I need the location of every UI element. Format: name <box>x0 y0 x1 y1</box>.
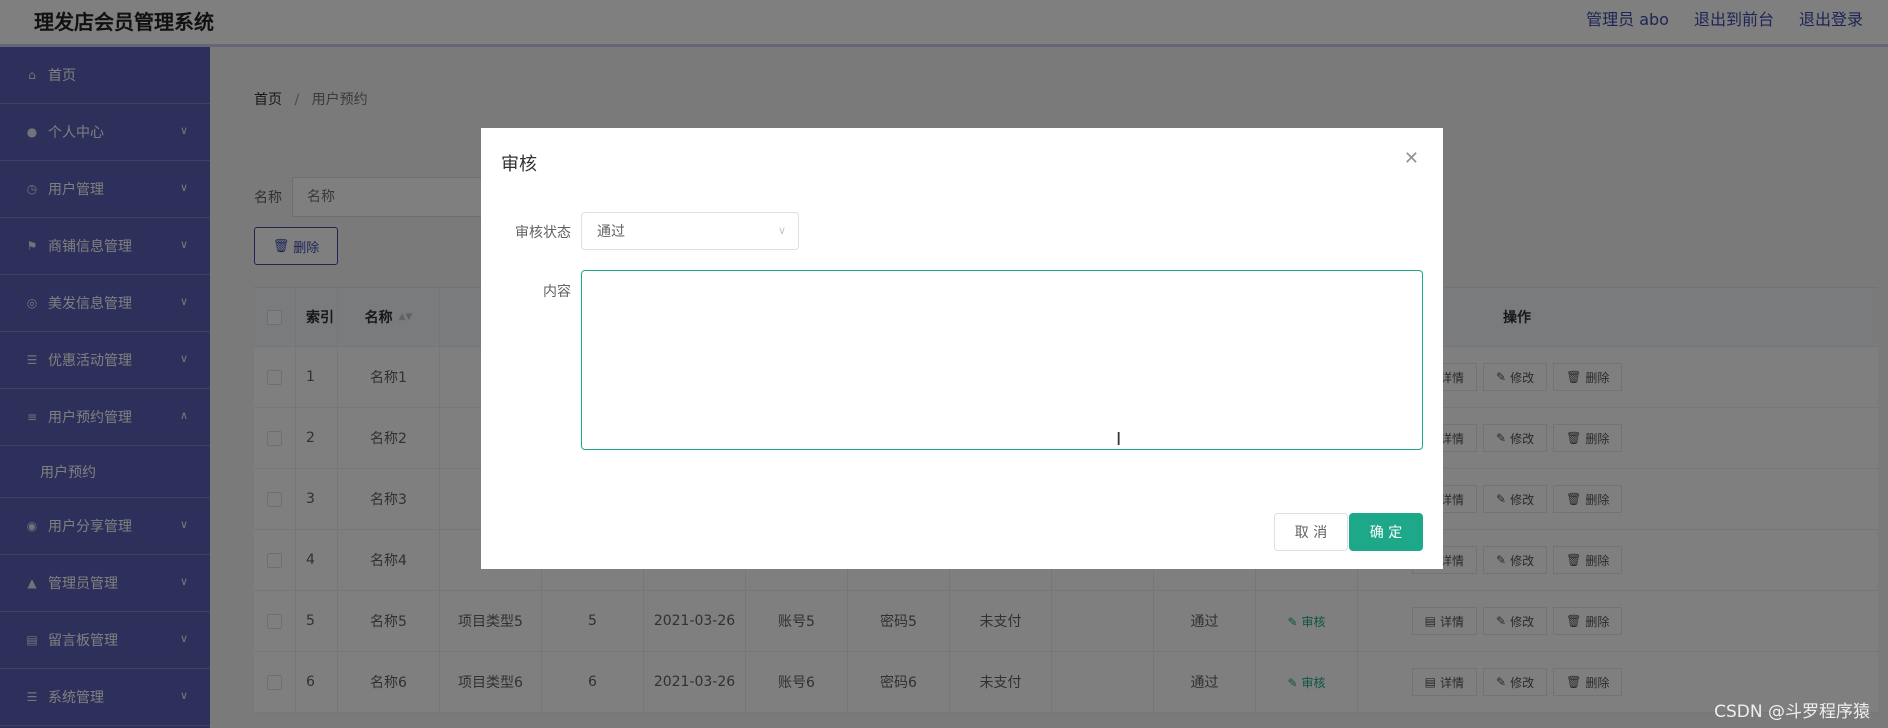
dialog-title: 审核 <box>501 154 537 175</box>
audit-status-value: 通过 <box>597 224 625 240</box>
confirm-button[interactable]: 确 定 <box>1349 513 1423 551</box>
chevron-down-icon: ∨ <box>777 224 786 237</box>
audit-dialog: 审核 ✕ 审核状态 通过 ∨ 内容 取 消 确 定 <box>481 128 1443 569</box>
content-label: 内容 <box>543 284 571 300</box>
watermark: CSDN @斗罗程序猿 <box>1714 702 1870 722</box>
cancel-button[interactable]: 取 消 <box>1274 513 1348 551</box>
close-icon[interactable]: ✕ <box>1404 148 1419 169</box>
audit-status-label: 审核状态 <box>515 225 571 241</box>
text-cursor-icon: I <box>1116 429 1122 450</box>
content-textarea[interactable] <box>581 270 1423 450</box>
audit-status-select[interactable]: 通过 ∨ <box>581 212 799 250</box>
